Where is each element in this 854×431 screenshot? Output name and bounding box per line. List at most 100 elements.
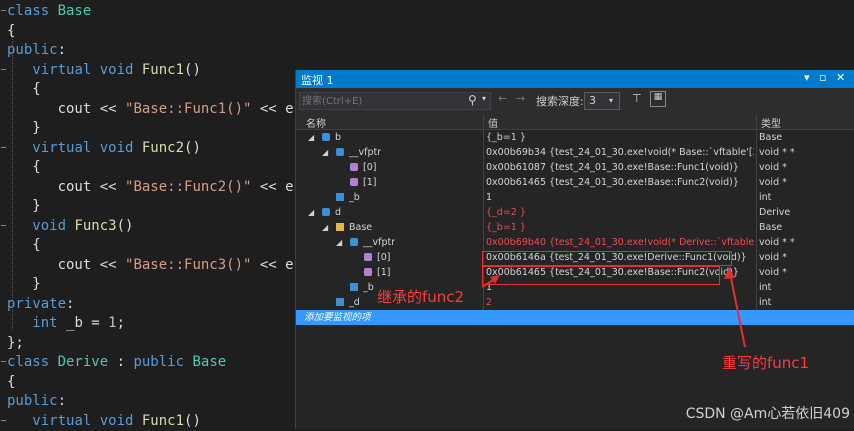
watch-row-type: void * [759,177,787,188]
view-toggle-icon[interactable]: ▦ [650,91,666,107]
arrow-head-func1 [724,267,735,279]
code-token: Func1 [141,61,185,78]
watch-row-value[interactable]: 0x00b61087 {test_24_01_30.exe!Base::Func… [486,160,754,175]
watch-row-name: __vfptr [363,237,396,248]
code-line[interactable]: private: [7,294,74,314]
search-box[interactable]: ⚲ [299,92,491,110]
watch-row-value[interactable]: 1 [486,190,754,205]
maximize-icon[interactable]: ▫ [819,71,826,84]
watch-row-name: _d [349,297,360,308]
code-token: virtual void [32,412,142,429]
member-icon [364,253,372,261]
code-line[interactable]: { [7,372,15,392]
code-token: () [116,217,134,234]
search-icon[interactable]: ⚲ [468,93,477,107]
member-icon [350,178,358,186]
expand-icon[interactable]: ◢ [322,220,328,235]
watch-row-value[interactable]: 0x00b69b34 {test_24_01_30.exe!void(* Bas… [486,145,754,160]
code-line[interactable]: virtual void Func1() [7,60,201,80]
search-depth-select[interactable]: 3 ▾ [584,92,620,110]
code-line[interactable]: cout << "Base::Func1()" << endl; [7,99,328,119]
variable-icon [322,133,330,141]
expand-icon[interactable]: ◢ [308,205,314,220]
code-line[interactable]: void Func3() [7,216,133,236]
watch-row-value[interactable]: 0x00b69b40 {test_24_01_30.exe!void(* Der… [486,235,754,250]
expand-icon[interactable]: ◢ [308,130,314,145]
forward-arrow-icon[interactable]: → [516,92,525,105]
watch-row-value[interactable]: {_d=2 } [486,205,754,220]
close-icon[interactable]: ✕ [836,71,845,84]
code-line[interactable]: int _b = 1; [7,313,125,333]
column-value[interactable]: 值 [488,115,498,130]
code-line[interactable]: public: [7,391,66,411]
code-token: cout << [57,178,126,195]
watch-row[interactable]: ◢ __vfptr 0x00b69b34 {test_24_01_30.exe!vo… [296,145,854,160]
chevron-down-icon: ▾ [609,96,614,105]
fold-marker-icon[interactable] [1,146,6,148]
code-line[interactable]: }; [7,333,24,353]
code-line[interactable]: cout << "Base::Func2()" << endl; [7,177,328,197]
watch-row[interactable]: ◢ b {_b=1 } Base [296,130,854,145]
code-token: : [57,42,67,58]
watch-row[interactable]: ◢ Base {_b=1 } Base [296,220,854,235]
watch-row-name: __vfptr [349,147,382,158]
code-token: cout << [57,256,126,273]
back-arrow-icon[interactable]: ← [498,92,507,105]
code-token: () [184,139,201,156]
watch-row-type: Derive [759,207,791,218]
code-line[interactable]: virtual void Func1() [7,411,201,431]
search-depth-label: 搜索深度: [536,95,584,108]
watch-row-value[interactable]: 0x00b61465 {test_24_01_30.exe!Base::Func… [486,175,754,190]
code-line[interactable]: class Derive : public Base [7,352,226,372]
code-token: virtual void [32,139,142,156]
watch-row-value[interactable]: {_b=1 } [486,130,754,145]
code-line[interactable]: class Base [7,1,91,21]
code-line[interactable]: virtual void Func2() [7,138,201,158]
code-editor[interactable]: class Base{public: virtual void Func1() … [0,0,327,431]
watch-window: 监视 1 ▾ ▫ ✕ ⚲ ▾ ← → 搜索深度: 3 ▾ ⊤ ▦ 名称 值 类型… [295,70,854,429]
code-line[interactable]: cout << "Base::Func3()" << endl; [7,255,328,275]
code-token: public [7,393,58,409]
code-token: class [7,3,58,19]
code-token: virtual void [32,61,142,78]
column-name[interactable]: 名称 [306,115,326,130]
column-type[interactable]: 类型 [761,115,781,130]
code-token: : [57,393,67,409]
fold-marker-icon[interactable] [1,10,6,11]
expand-icon[interactable]: ◢ [322,145,328,160]
code-token: Base [192,354,227,370]
code-token: int [32,315,67,331]
fold-marker-icon[interactable] [1,224,6,226]
search-options-dropdown-icon[interactable]: ▾ [482,94,486,103]
search-input[interactable] [302,93,462,109]
watch-row-name: [1] [377,267,391,278]
watch-row-value[interactable]: {_b=1 } [486,220,754,235]
code-token: { [7,373,16,390]
arrow-head-func2 [490,275,500,284]
watch-row[interactable]: ◢ __vfptr 0x00b69b40 {test_24_01_30.exe!vo… [296,235,854,250]
search-depth-value: 3 [589,94,596,107]
watch-row-name: b [335,132,342,143]
code-token: ; [116,315,126,331]
fold-marker-icon[interactable] [1,68,6,70]
watch-row-name: [0] [377,252,391,263]
watch-title-bar[interactable]: 监视 1 ▾ ▫ ✕ [296,70,854,88]
watch-row[interactable]: _b 1 int [296,190,854,205]
code-token: Derive [57,354,109,370]
code-token: _b = [66,315,109,331]
watch-row[interactable]: [0] 0x00b61087 {test_24_01_30.exe!Base::F… [296,160,854,175]
watch-row[interactable]: [1] 0x00b61465 {test_24_01_30.exe!Base::F… [296,175,854,190]
code-token: Func1 [141,412,185,429]
watch-row[interactable]: ◢ d {_d=2 } Derive [296,205,854,220]
fold-marker-icon[interactable] [1,361,6,362]
dropdown-icon[interactable]: ▾ [804,71,810,84]
pin-icon[interactable]: ⊤ [632,92,642,105]
watch-column-header: 名称 值 类型 [296,114,854,130]
expand-icon[interactable]: ◢ [336,235,342,250]
code-line[interactable]: public: [7,40,66,60]
fold-marker-icon[interactable] [1,419,6,421]
